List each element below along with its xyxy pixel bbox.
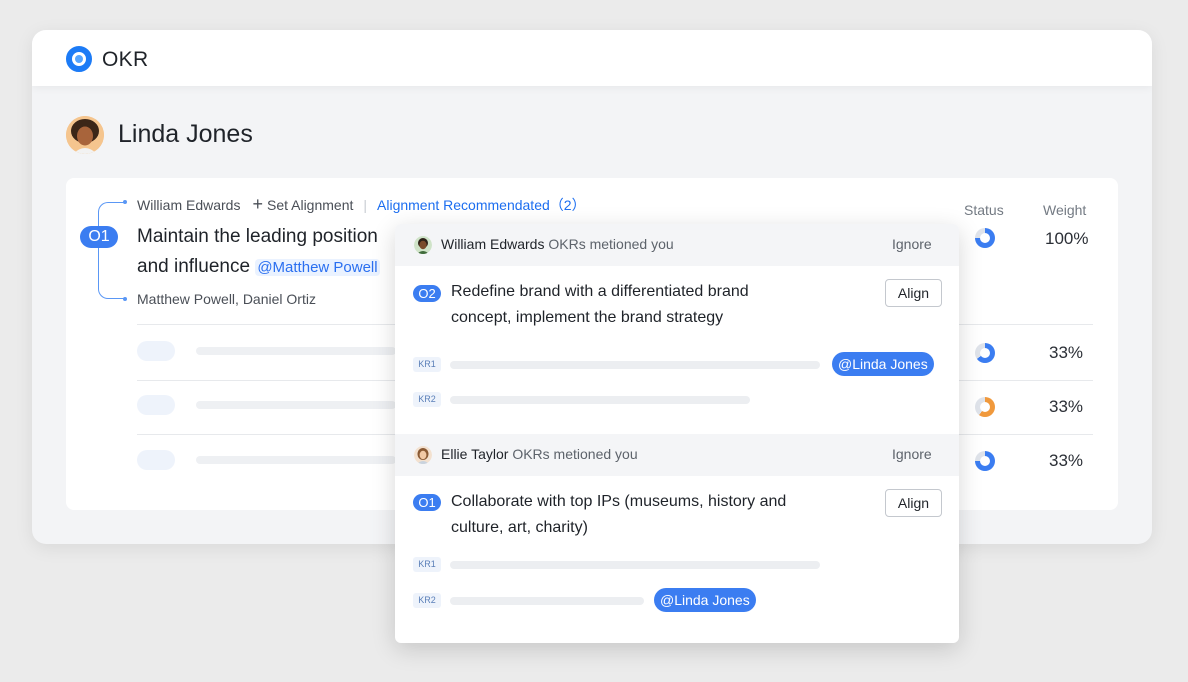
kr-placeholder-bar [450, 396, 750, 404]
author-avatar [414, 236, 432, 254]
status-donut [975, 228, 995, 248]
recommended-objective: Redefine brand with a differentiated bra… [451, 283, 749, 326]
objective-badge: O1 [80, 226, 118, 248]
weight-header: Weight [1043, 202, 1087, 218]
ignore-button[interactable]: Ignore [892, 236, 932, 252]
align-button[interactable]: Align [885, 489, 942, 517]
kr-placeholder-bar [450, 597, 644, 605]
mention-group-header: William Edwards OKRs metioned you Ignore [395, 224, 959, 266]
weight-value: 100% [1045, 229, 1089, 248]
status-donut [975, 397, 995, 417]
kr-placeholder-bar [196, 401, 396, 409]
weight-value: 33% [1049, 343, 1084, 362]
recommended-objective: Collaborate with top IPs (museums, histo… [451, 493, 787, 536]
mention-summary: Ellie Taylor OKRs metioned you [441, 446, 638, 462]
alignment-recommended-link[interactable]: Alignment Recommendated（2） [377, 197, 586, 213]
alignment-row-top: William Edwards + Set Alignment | Alignment … [137, 195, 586, 215]
weight-value: 33% [1049, 451, 1084, 470]
mention-group-header: Ellie Taylor OKRs metioned you Ignore [395, 434, 959, 476]
title-bar: OKR [32, 30, 1152, 86]
mention-chip[interactable]: @Linda Jones [832, 352, 934, 376]
aligned-to-users[interactable]: Matthew Powell, Daniel Ortiz [137, 291, 316, 307]
aligned-from-user[interactable]: William Edwards [137, 197, 240, 213]
kr-tag: KR2 [413, 593, 441, 608]
objective-badge: O1 [413, 494, 441, 511]
divider: | [363, 197, 368, 213]
ignore-button[interactable]: Ignore [892, 446, 932, 462]
app-title: OKR [102, 48, 149, 71]
bracket-dot [123, 297, 127, 301]
kr-placeholder-bar [450, 561, 820, 569]
bracket-dot [123, 200, 127, 204]
kr-tag: KR1 [413, 357, 441, 372]
okr-logo-icon [66, 46, 92, 72]
objective-mention[interactable]: @Matthew Powell [255, 259, 380, 276]
status-header: Status [964, 202, 1004, 218]
kr-placeholder-bar [450, 361, 820, 369]
status-donut [975, 343, 995, 363]
alignment-recommendation-popup: William Edwards OKRs metioned you Ignore… [395, 224, 959, 643]
objective-badge: O2 [413, 285, 441, 302]
status-donut [975, 451, 995, 471]
user-name: Linda Jones [118, 120, 253, 148]
kr-placeholder-badge [137, 341, 175, 361]
user-avatar[interactable] [66, 116, 104, 154]
kr-placeholder-badge [137, 450, 175, 470]
objective-title[interactable]: Maintain the leading position and influe… [137, 222, 407, 283]
align-button[interactable]: Align [885, 279, 942, 307]
set-alignment-button[interactable]: Set Alignment [267, 197, 353, 213]
kr-placeholder-bar [196, 456, 396, 464]
kr-tag: KR1 [413, 557, 441, 572]
mention-summary: William Edwards OKRs metioned you [441, 236, 674, 252]
kr-tag: KR2 [413, 392, 441, 407]
kr-placeholder-badge [137, 395, 175, 415]
author-avatar [414, 446, 432, 464]
mention-chip[interactable]: @Linda Jones [654, 588, 756, 612]
kr-placeholder-bar [196, 347, 396, 355]
plus-icon[interactable]: + [252, 195, 263, 213]
weight-value: 33% [1049, 397, 1084, 416]
alignment-bracket [98, 202, 126, 299]
